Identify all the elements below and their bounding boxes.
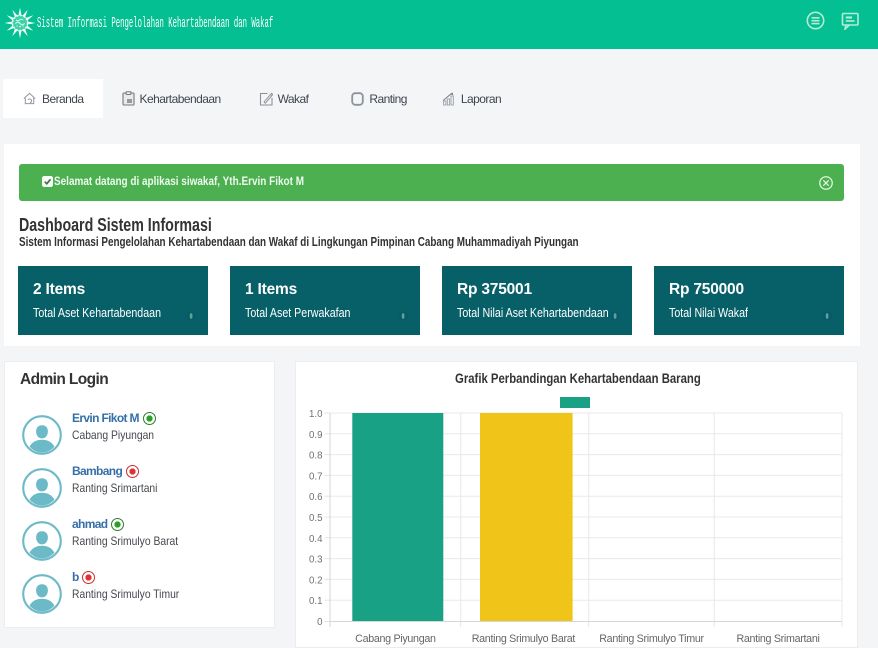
svg-text:1.0: 1.0 <box>309 409 323 420</box>
svg-text:0.4: 0.4 <box>309 534 323 545</box>
svg-text:0: 0 <box>317 617 323 628</box>
svg-text:0.7: 0.7 <box>309 471 322 482</box>
svg-text:0.9: 0.9 <box>309 430 322 441</box>
svg-text:0.8: 0.8 <box>309 451 322 462</box>
svg-text:0.2: 0.2 <box>309 575 322 586</box>
svg-text:0.6: 0.6 <box>309 492 322 503</box>
svg-text:0.1: 0.1 <box>309 596 322 607</box>
svg-text:Ranting Srimulyo Timur: Ranting Srimulyo Timur <box>599 633 704 645</box>
svg-text:Ranting Srimulyo Barat: Ranting Srimulyo Barat <box>472 633 576 645</box>
svg-text:0.5: 0.5 <box>309 513 322 524</box>
svg-text:Cabang Piyungan: Cabang Piyungan <box>355 633 436 645</box>
svg-text:0.3: 0.3 <box>309 555 322 566</box>
svg-text:Ranting Srimartani: Ranting Srimartani <box>736 633 819 645</box>
